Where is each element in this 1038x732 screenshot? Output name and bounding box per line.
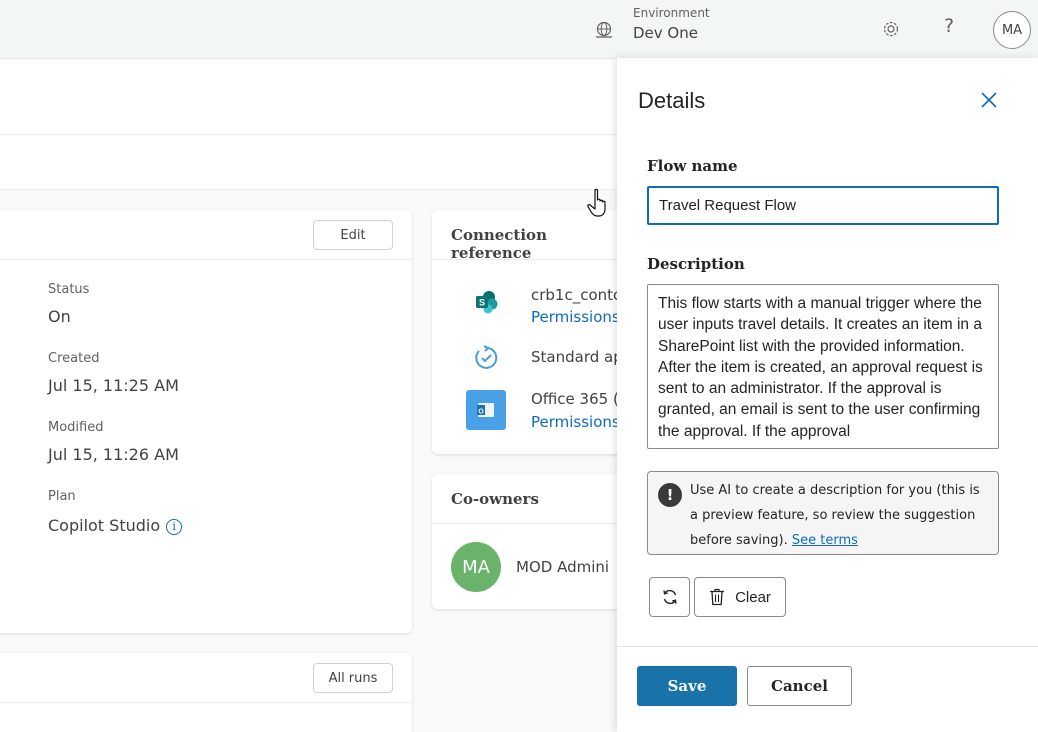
description-input[interactable]: This flow starts with a manual trigger w… — [647, 284, 999, 449]
co-owners-title: Co-owners — [451, 490, 539, 508]
close-icon[interactable] — [979, 90, 999, 110]
flow-name-label: Flow name — [647, 157, 738, 175]
connection-name: Standard ap — [531, 348, 623, 366]
divider — [432, 259, 632, 260]
outlook-icon: O — [466, 390, 506, 430]
cancel-button[interactable]: Cancel — [747, 666, 852, 706]
svg-text:O: O — [478, 409, 484, 416]
runs-card: All runs — [0, 653, 412, 732]
owner-avatar: MA — [451, 542, 501, 592]
modified-value: Jul 15, 11:26 AM — [48, 445, 179, 464]
connection-name: crb1c_conto — [531, 286, 623, 304]
modified-label: Modified — [48, 420, 104, 435]
connection-references-card: Connection reference S crb1c_conto Permi… — [432, 210, 632, 454]
help-icon[interactable]: ? — [944, 15, 954, 37]
edit-button[interactable]: Edit — [313, 220, 393, 250]
approvals-icon — [475, 345, 498, 369]
status-value: On — [48, 307, 71, 326]
connection-references-title: Connection reference — [451, 226, 547, 262]
refresh-icon — [662, 589, 677, 605]
info-icon[interactable]: i — [166, 519, 183, 535]
sharepoint-icon: S — [476, 291, 498, 314]
clear-label: Clear — [735, 588, 771, 606]
divider — [0, 702, 412, 703]
co-owners-card: Co-owners MA MOD Admini — [432, 474, 632, 609]
divider — [432, 523, 632, 524]
connection-name: Office 365 ( — [531, 390, 619, 408]
created-value: Jul 15, 11:25 AM — [48, 376, 179, 395]
command-area — [0, 60, 617, 135]
plan-value: Copilot Studio — [48, 516, 161, 535]
hand-cursor-icon — [587, 188, 606, 217]
user-avatar[interactable]: MA — [993, 11, 1031, 49]
regenerate-button[interactable] — [649, 577, 690, 617]
svg-text:S: S — [479, 298, 485, 308]
plan-label: Plan — [48, 489, 76, 504]
divider — [617, 646, 1038, 647]
panel-title: Details — [638, 88, 706, 113]
see-terms-link[interactable]: See terms — [792, 533, 858, 548]
divider — [0, 259, 412, 260]
environment-label: Environment — [633, 6, 710, 20]
permissions-link[interactable]: Permissions — [531, 308, 620, 326]
created-label: Created — [48, 351, 100, 366]
globe-icon[interactable] — [594, 20, 614, 40]
ai-description-note: ! Use AI to create a description for you… — [647, 471, 999, 555]
status-label: Status — [48, 282, 90, 297]
flow-details-card: Edit Status On Created Jul 15, 11:25 AM … — [0, 210, 412, 633]
top-bar: Environment Dev One ? MA — [0, 0, 1038, 59]
plan-value-row: Copilot Studio i — [48, 516, 183, 535]
flow-name-input[interactable] — [647, 186, 999, 225]
owner-name: MOD Admini — [516, 558, 610, 576]
details-panel: Details Flow name Description This flow … — [617, 58, 1038, 732]
permissions-link[interactable]: Permissions — [531, 413, 620, 431]
environment-value[interactable]: Dev One — [633, 24, 698, 42]
clear-button[interactable]: Clear — [694, 577, 786, 617]
save-button[interactable]: Save — [637, 666, 737, 706]
subheader-area — [0, 135, 617, 190]
description-label: Description — [647, 255, 745, 273]
all-runs-button[interactable]: All runs — [313, 663, 393, 693]
gear-icon[interactable] — [880, 18, 902, 40]
trash-icon — [710, 588, 725, 606]
alert-icon: ! — [658, 483, 682, 507]
